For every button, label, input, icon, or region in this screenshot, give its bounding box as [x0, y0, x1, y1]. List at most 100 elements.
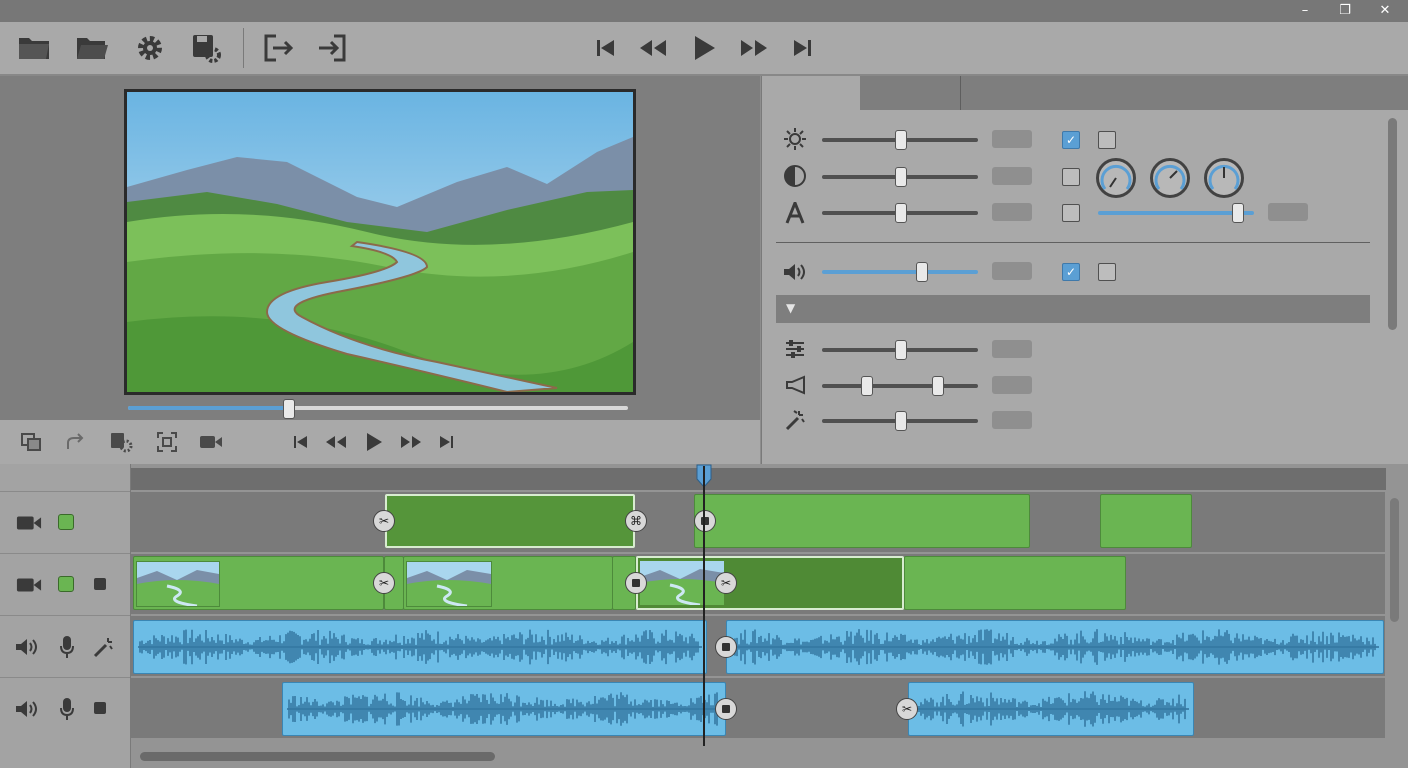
fast-forward-icon[interactable]: [398, 429, 424, 455]
restore-icon[interactable]: ❐: [1334, 2, 1356, 20]
lock-square-icon[interactable]: [94, 702, 106, 714]
cut-marker-icon[interactable]: ✂: [715, 572, 737, 594]
brightness-slider[interactable]: [822, 130, 978, 150]
stop-marker-icon[interactable]: [694, 510, 716, 532]
slider-thumb[interactable]: [1232, 203, 1244, 223]
cut-marker-icon[interactable]: ✂: [373, 572, 395, 594]
redo-icon[interactable]: [62, 429, 88, 455]
stop-marker-icon[interactable]: [625, 572, 647, 594]
fast-forward-icon[interactable]: [734, 28, 774, 68]
text-slider[interactable]: [822, 203, 978, 223]
knob-1[interactable]: [1096, 158, 1136, 198]
video-preview-frame[interactable]: [124, 89, 636, 395]
contrast-value-box[interactable]: [992, 167, 1032, 185]
stop-marker-icon[interactable]: [715, 636, 737, 658]
slider-thumb[interactable]: [895, 167, 907, 187]
audio-clip[interactable]: [908, 682, 1194, 736]
audio-clip[interactable]: [282, 682, 726, 736]
range-slider[interactable]: [822, 376, 978, 396]
import-icon[interactable]: [312, 28, 352, 68]
timeline-ruler[interactable]: [130, 468, 1386, 490]
slider-thumb[interactable]: [895, 340, 907, 360]
video-clip[interactable]: [403, 556, 613, 610]
enabled-dot-icon[interactable]: [58, 576, 74, 592]
camera-icon[interactable]: [198, 429, 224, 455]
video-clip[interactable]: [133, 556, 384, 610]
lock-square-icon[interactable]: [94, 578, 106, 590]
contrast-slider[interactable]: [822, 167, 978, 187]
settings-gear-icon[interactable]: [130, 28, 170, 68]
camera-icon[interactable]: [16, 510, 42, 536]
microphone-icon[interactable]: [54, 696, 80, 722]
inspector-tab-3[interactable]: [961, 76, 1408, 110]
rewind-icon[interactable]: [633, 28, 673, 68]
play-icon[interactable]: [684, 28, 724, 68]
timeline-vertical-scrollbar[interactable]: [1390, 498, 1399, 622]
duplicate-icon[interactable]: [18, 429, 44, 455]
inspector-tab-2[interactable]: [860, 76, 961, 110]
brightness-checkbox-1[interactable]: ✓: [1062, 131, 1080, 149]
rewind-icon[interactable]: [323, 429, 349, 455]
skip-back-icon[interactable]: [288, 429, 314, 455]
volume-slider[interactable]: [822, 262, 978, 282]
video-clip[interactable]: [904, 556, 1126, 610]
text-extra-slider[interactable]: [1098, 203, 1254, 223]
scrubber-thumb[interactable]: [283, 399, 295, 419]
audio-clip[interactable]: [726, 620, 1384, 674]
effect-value-box[interactable]: [992, 411, 1032, 429]
equalizer-value-box[interactable]: [992, 340, 1032, 358]
close-icon[interactable]: ✕: [1374, 2, 1396, 20]
chevron-down-icon[interactable]: ▼: [786, 301, 795, 315]
timeline-horizontal-scrollbar[interactable]: [140, 752, 495, 761]
enabled-dot-icon[interactable]: [58, 514, 74, 530]
contrast-checkbox[interactable]: [1062, 168, 1080, 186]
volume-checkbox-2[interactable]: [1098, 263, 1116, 281]
video-clip[interactable]: [1100, 494, 1192, 548]
volume-checkbox-1[interactable]: ✓: [1062, 263, 1080, 281]
link-marker-icon[interactable]: ⌘: [625, 510, 647, 532]
effect-slider[interactable]: [822, 411, 978, 431]
save-settings-icon[interactable]: [186, 28, 226, 68]
range-thumb-high[interactable]: [932, 376, 944, 396]
skip-forward-icon[interactable]: [782, 28, 822, 68]
audio-clip[interactable]: [133, 620, 707, 674]
camera-icon[interactable]: [16, 572, 42, 598]
video-clip-selected[interactable]: [385, 494, 635, 548]
speaker-icon[interactable]: [14, 634, 40, 660]
equalizer-slider[interactable]: [822, 340, 978, 360]
slider-thumb[interactable]: [895, 203, 907, 223]
skip-back-icon[interactable]: [586, 28, 626, 68]
inspector-tab-1[interactable]: [762, 76, 860, 110]
microphone-icon[interactable]: [54, 634, 80, 660]
range-value-box[interactable]: [992, 376, 1032, 394]
collapsible-section-header[interactable]: ▼: [776, 295, 1370, 323]
preview-scrubber[interactable]: [128, 399, 628, 419]
brightness-checkbox-2[interactable]: [1098, 131, 1116, 149]
slider-thumb[interactable]: [895, 411, 907, 431]
knob-3[interactable]: [1204, 158, 1244, 198]
text-extra-value-box[interactable]: [1268, 203, 1308, 221]
open-folder-icon[interactable]: [14, 28, 54, 68]
minimize-icon[interactable]: –: [1294, 2, 1316, 20]
fit-frame-icon[interactable]: [154, 429, 180, 455]
speaker-icon[interactable]: [14, 696, 40, 722]
stop-marker-icon[interactable]: [715, 698, 737, 720]
clip-settings-icon[interactable]: [108, 429, 134, 455]
slider-thumb[interactable]: [916, 262, 928, 282]
brightness-value-box[interactable]: [992, 130, 1032, 148]
knob-2[interactable]: [1150, 158, 1190, 198]
text-checkbox[interactable]: [1062, 204, 1080, 222]
video-clip-selected[interactable]: [636, 556, 904, 610]
range-thumb-low[interactable]: [861, 376, 873, 396]
play-icon[interactable]: [361, 429, 387, 455]
effects-wand-icon[interactable]: [90, 634, 116, 660]
export-icon[interactable]: [258, 28, 298, 68]
inspector-scrollbar[interactable]: [1388, 118, 1397, 330]
playhead-line[interactable]: [703, 466, 705, 746]
skip-forward-icon[interactable]: [433, 429, 459, 455]
volume-value-box[interactable]: [992, 262, 1032, 280]
cut-marker-icon[interactable]: ✂: [896, 698, 918, 720]
video-clip[interactable]: [694, 494, 1030, 548]
slider-thumb[interactable]: [895, 130, 907, 150]
cut-marker-icon[interactable]: ✂: [373, 510, 395, 532]
